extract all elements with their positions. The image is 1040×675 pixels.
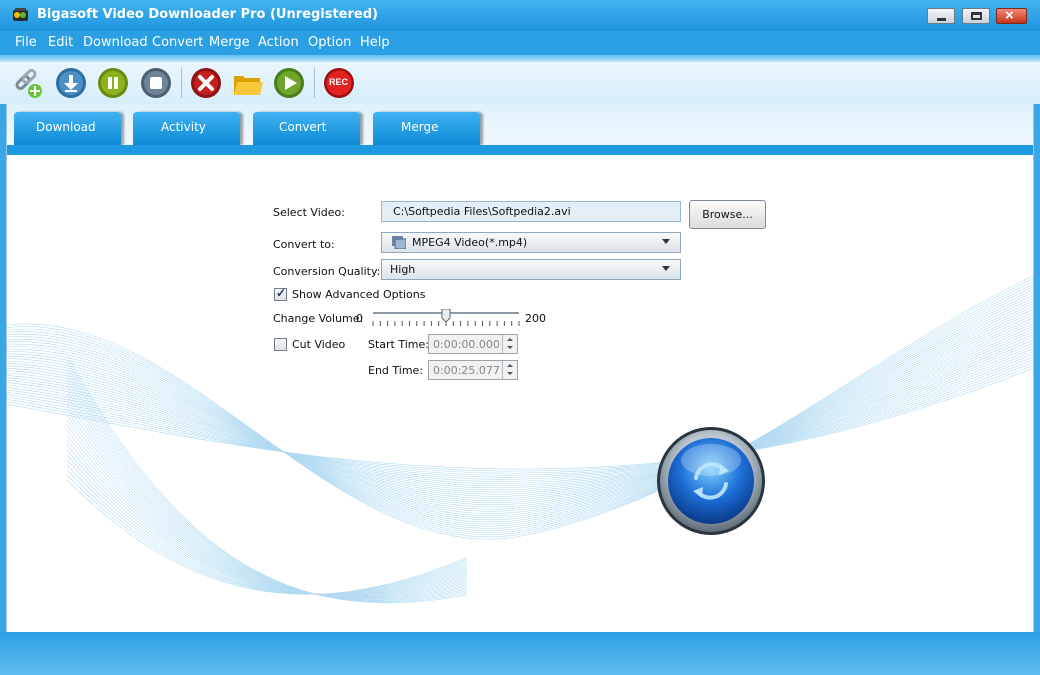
record-button[interactable]: REC (323, 67, 355, 99)
quality-select[interactable]: High (381, 259, 681, 280)
close-icon: × (1005, 7, 1014, 24)
convert-to-select[interactable]: MPEG4 Video(*.mp4) (381, 232, 681, 253)
quality-value: High (390, 263, 416, 276)
browse-button[interactable]: Browse... (689, 200, 766, 229)
maximize-button[interactable] (962, 8, 990, 24)
end-time-value: 0:00:25.077 (433, 364, 500, 377)
volume-slider-thumb[interactable] (441, 309, 451, 323)
chevron-up-icon (507, 338, 513, 341)
rec-label: REC (329, 77, 349, 87)
chevron-down-icon (507, 372, 513, 375)
chevron-down-icon (507, 346, 513, 349)
tab-merge[interactable]: Merge (373, 112, 480, 145)
tab-download[interactable]: Download (14, 112, 121, 145)
play-icon (274, 68, 304, 98)
delete-icon (191, 68, 221, 98)
video-format-icon (392, 236, 406, 249)
end-time-label: End Time: (368, 364, 424, 377)
menu-bar: File Edit Download Convert Merge Action … (0, 31, 1040, 55)
chevron-down-icon (662, 266, 670, 271)
title-bar: Bigasoft Video Downloader Pro (Unregiste… (0, 0, 1040, 31)
background-waves (7, 275, 1033, 604)
folder-icon (234, 76, 263, 95)
menu-option[interactable]: Option (308, 35, 351, 50)
delete-button[interactable] (190, 67, 222, 99)
status-bar (0, 632, 1040, 675)
start-convert-button[interactable] (656, 426, 766, 536)
pause-icon (98, 68, 128, 98)
toolbar-separator (181, 68, 182, 98)
volume-slider[interactable] (370, 309, 522, 331)
cut-video-checkbox[interactable] (274, 338, 287, 351)
convert-panel: Select Video: C:\Softpedia Files\Softped… (6, 155, 1034, 632)
download-button[interactable] (55, 67, 87, 99)
toolbar: REC (0, 62, 1040, 104)
show-advanced-checkbox[interactable]: ✓ (274, 286, 287, 301)
select-video-label: Select Video: (273, 206, 345, 219)
chevron-up-icon (507, 364, 513, 367)
volume-max-label: 200 (525, 312, 546, 325)
minimize-button[interactable] (927, 8, 955, 24)
volume-label: Change Volume: (273, 312, 364, 325)
cut-video-label: Cut Video (292, 338, 346, 351)
add-url-button[interactable] (12, 67, 44, 99)
show-advanced-label: Show Advanced Options (292, 288, 426, 301)
play-button[interactable] (273, 67, 305, 99)
volume-min-label: 0 (356, 312, 363, 325)
menu-merge[interactable]: Merge (209, 35, 250, 50)
link-add-icon (15, 69, 42, 98)
app-logo-icon (13, 8, 28, 21)
close-button[interactable]: × (996, 7, 1027, 24)
minimize-icon (937, 18, 946, 21)
end-time-stepper[interactable]: 0:00:25.077 (428, 360, 518, 380)
select-video-field[interactable]: C:\Softpedia Files\Softpedia2.avi (381, 201, 681, 222)
menu-download[interactable]: Download (83, 35, 148, 50)
stepper-arrows[interactable] (502, 361, 517, 379)
tab-convert[interactable]: Convert (253, 112, 360, 145)
stop-icon (141, 68, 171, 98)
convert-to-value: MPEG4 Video(*.mp4) (412, 236, 528, 249)
tab-underline (7, 145, 1033, 155)
menu-file[interactable]: File (15, 35, 37, 50)
start-time-stepper[interactable]: 0:00:00.000 (428, 334, 518, 354)
menu-convert[interactable]: Convert (152, 35, 203, 50)
convert-to-label: Convert to: (273, 238, 335, 251)
window-title: Bigasoft Video Downloader Pro (Unregiste… (37, 7, 378, 22)
checkmark-icon: ✓ (276, 286, 287, 300)
menu-edit[interactable]: Edit (48, 35, 73, 50)
tab-activity[interactable]: Activity (133, 112, 240, 145)
chevron-down-icon (662, 239, 670, 244)
start-time-value: 0:00:00.000 (433, 338, 500, 351)
quality-label: Conversion Quality: (273, 265, 381, 278)
start-time-label: Start Time: (368, 338, 429, 351)
menu-help[interactable]: Help (360, 35, 390, 50)
maximize-icon (971, 12, 982, 20)
toolbar-separator (314, 68, 315, 98)
menu-action[interactable]: Action (258, 35, 299, 50)
download-icon (56, 68, 86, 98)
stop-button[interactable] (140, 67, 172, 99)
pause-button[interactable] (97, 67, 129, 99)
menu-divider (0, 55, 1040, 62)
open-folder-button[interactable] (232, 67, 264, 99)
tab-bar: Download Activity Convert Merge (6, 104, 1034, 155)
stepper-arrows[interactable] (502, 335, 517, 353)
